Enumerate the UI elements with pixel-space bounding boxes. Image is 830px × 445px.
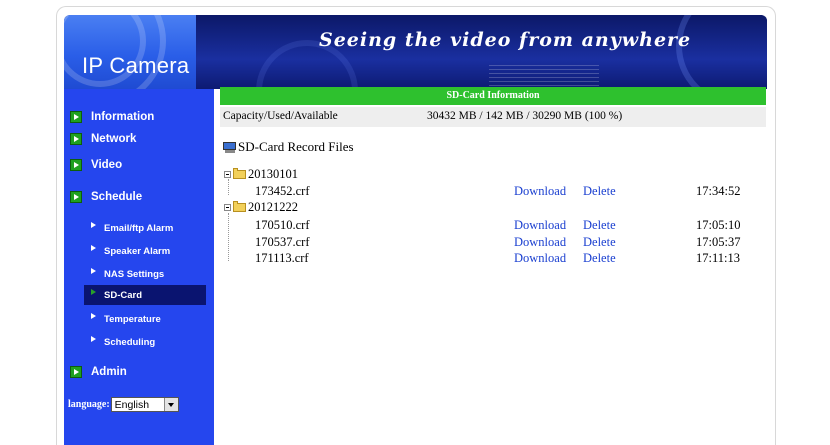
folder-label: 20130101	[248, 167, 298, 181]
records-title: SD-Card Record Files	[223, 139, 354, 155]
sidebar-item-information[interactable]: Information	[70, 108, 154, 126]
sidebar-subitem-label: NAS Settings	[104, 268, 165, 280]
folder-icon	[233, 201, 246, 212]
section-title: SD-Card Information	[220, 87, 766, 105]
language-select[interactable]: English	[110, 397, 179, 412]
folder-label: 20121222	[248, 200, 298, 214]
file-name: 170537.crf	[255, 235, 310, 249]
header-fineprint	[489, 65, 599, 87]
sidebar-subitem-label: Speaker Alarm	[104, 245, 171, 257]
download-link[interactable]: Download	[514, 184, 566, 199]
sidebar-item-label: Schedule	[91, 191, 143, 203]
triangle-right-icon	[91, 289, 96, 295]
sidebar-subitem-speaker-alarm[interactable]: Speaker Alarm	[84, 241, 206, 261]
file-name: 170510.crf	[255, 218, 310, 232]
sidebar-item-label: Network	[91, 133, 137, 145]
folder-icon	[233, 168, 246, 179]
sidebar-item-label: Video	[91, 159, 123, 171]
file-time: 17:34:52	[696, 184, 741, 198]
sidebar-item-schedule[interactable]: Schedule	[70, 188, 142, 206]
language-selector: language: English	[68, 397, 179, 412]
capacity-row: Capacity/Used/Available 30432 MB / 142 M…	[220, 107, 766, 127]
capacity-value: 30432 MB / 142 MB / 30290 MB (100 %)	[427, 110, 623, 122]
sidebar: Information Network Video Schedule Email…	[64, 89, 214, 445]
sidebar-item-admin[interactable]: Admin	[70, 363, 127, 381]
page-frame: IP Camera Seeing the video from anywhere…	[56, 6, 776, 445]
arrow-right-icon	[70, 133, 82, 145]
file-name: 173452.crf	[255, 184, 310, 198]
triangle-right-icon	[91, 222, 96, 228]
records-title-text: SD-Card Record Files	[238, 139, 354, 154]
delete-link[interactable]: Delete	[583, 235, 616, 250]
file-time: 17:11:13	[696, 251, 740, 265]
banner-slogan-area	[196, 15, 767, 89]
triangle-right-icon	[91, 313, 96, 319]
header-slogan: Seeing the video from anywhere	[319, 29, 692, 51]
file-row: 173452.crf Download Delete 17:34:52	[220, 184, 766, 200]
computer-icon	[223, 141, 237, 153]
swirl-decoration	[676, 15, 767, 89]
file-row: 170537.crf Download Delete 17:05:37	[220, 235, 766, 251]
header-banner: IP Camera Seeing the video from anywhere	[64, 15, 767, 89]
language-label: language:	[68, 399, 110, 410]
arrow-right-icon	[70, 366, 82, 378]
arrow-right-icon	[70, 111, 82, 123]
file-row: 171113.crf Download Delete 17:11:13	[220, 251, 766, 267]
triangle-right-icon	[91, 245, 96, 251]
language-selected-value: English	[114, 398, 150, 411]
sidebar-subitem-label: Temperature	[104, 313, 161, 325]
folder-20130101[interactable]: 20130101	[224, 167, 298, 182]
arrow-right-icon	[70, 191, 82, 203]
triangle-right-icon	[91, 336, 96, 342]
sidebar-subitem-email-ftp-alarm[interactable]: Email/ftp Alarm	[84, 218, 206, 238]
main-content: SD-Card Information Capacity/Used/Availa…	[220, 87, 766, 445]
collapse-icon[interactable]	[224, 171, 231, 178]
chevron-down-icon[interactable]	[163, 398, 178, 411]
triangle-right-icon	[91, 268, 96, 274]
download-link[interactable]: Download	[514, 251, 566, 266]
delete-link[interactable]: Delete	[583, 184, 616, 199]
sidebar-item-label: Information	[91, 111, 155, 123]
sidebar-subitem-label: Scheduling	[104, 336, 156, 348]
sidebar-subitem-label: SD-Card	[104, 289, 143, 301]
sidebar-item-network[interactable]: Network	[70, 130, 136, 148]
delete-link[interactable]: Delete	[583, 251, 616, 266]
download-link[interactable]: Download	[514, 218, 566, 233]
download-link[interactable]: Download	[514, 235, 566, 250]
sidebar-subitem-nas-settings[interactable]: NAS Settings	[84, 264, 206, 284]
file-time: 17:05:37	[696, 235, 741, 249]
sidebar-item-label: Admin	[91, 366, 127, 378]
sidebar-subitem-temperature[interactable]: Temperature	[84, 309, 206, 329]
sidebar-subitem-label: Email/ftp Alarm	[104, 222, 174, 234]
delete-link[interactable]: Delete	[583, 218, 616, 233]
brand-logo-text: IP Camera	[82, 53, 190, 78]
file-time: 17:05:10	[696, 218, 741, 232]
sidebar-subitem-sd-card[interactable]: SD-Card	[84, 285, 206, 305]
capacity-label: Capacity/Used/Available	[223, 110, 338, 122]
file-row: 170510.crf Download Delete 17:05:10	[220, 218, 766, 234]
file-name: 171113.crf	[255, 251, 309, 265]
sidebar-subitem-scheduling[interactable]: Scheduling	[84, 332, 206, 352]
sidebar-item-video[interactable]: Video	[70, 156, 122, 174]
arrow-right-icon	[70, 159, 82, 171]
collapse-icon[interactable]	[224, 204, 231, 211]
folder-20121222[interactable]: 20121222	[224, 200, 298, 215]
